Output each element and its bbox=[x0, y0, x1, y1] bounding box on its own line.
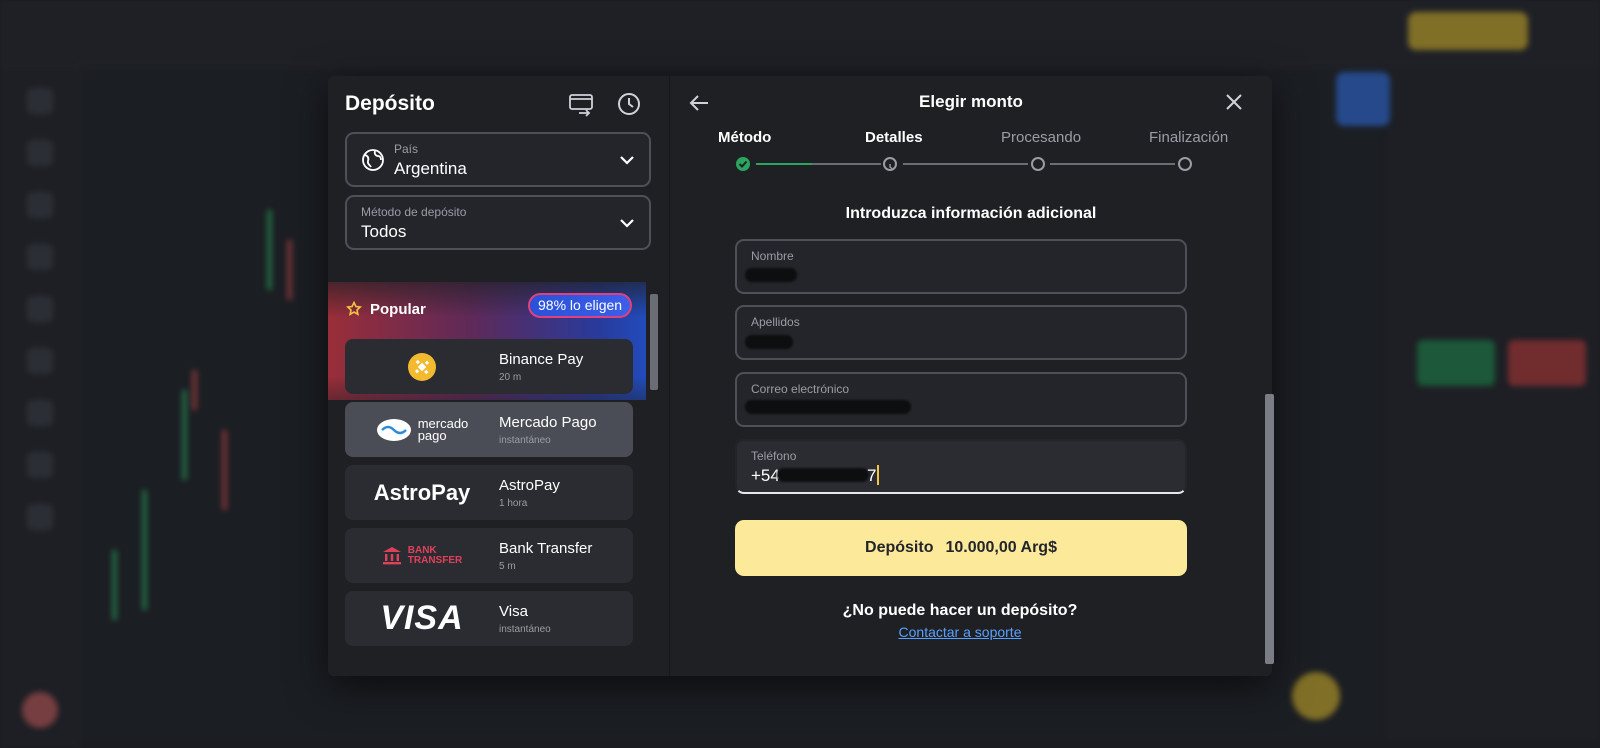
globe-icon bbox=[361, 148, 385, 172]
country-label: País bbox=[394, 142, 419, 156]
background-deposit-button bbox=[1408, 12, 1528, 50]
background-fab bbox=[1292, 672, 1340, 720]
method-name: Binance Pay bbox=[499, 351, 584, 368]
background-trade-panel bbox=[1385, 70, 1600, 740]
bank-transfer-icon: BANK TRANSFER bbox=[345, 528, 499, 583]
method-card-mercado-pago[interactable]: mercado pago Mercado Pago instantáneo bbox=[345, 402, 633, 457]
method-card-visa[interactable]: VISA Visa instantáneo bbox=[345, 591, 633, 646]
method-card-astropay[interactable]: AstroPay AstroPay 1 hora bbox=[345, 465, 633, 520]
method-name: Mercado Pago bbox=[499, 414, 597, 431]
deposit-methods-panel: Depósito País Argentina Método de depósi… bbox=[328, 76, 670, 676]
method-time: 20 m bbox=[499, 372, 522, 383]
history-icon[interactable] bbox=[616, 91, 642, 117]
transactions-icon[interactable] bbox=[568, 91, 594, 117]
method-name: Bank Transfer bbox=[499, 540, 593, 557]
method-time: 1 hora bbox=[499, 498, 528, 509]
country-value: Argentina bbox=[394, 159, 467, 178]
method-card-bank-transfer[interactable]: BANK TRANSFER Bank Transfer 5 m bbox=[345, 528, 633, 583]
background-up-button bbox=[1417, 340, 1495, 386]
details-scrollbar-thumb[interactable] bbox=[1265, 394, 1274, 664]
mercado-pago-logo-line2: pago bbox=[417, 427, 447, 443]
method-name: AstroPay bbox=[499, 477, 560, 494]
visa-logo-text: VISA bbox=[380, 599, 464, 637]
method-name: Visa bbox=[499, 603, 528, 620]
mercado-pago-icon: mercado pago bbox=[345, 402, 499, 457]
star-icon bbox=[345, 300, 363, 317]
methods-scrollbar[interactable] bbox=[649, 282, 659, 674]
method-time: 5 m bbox=[499, 561, 516, 572]
astropay-logo-text: AstroPay bbox=[373, 479, 471, 505]
chevron-down-icon bbox=[619, 215, 635, 231]
methods-list: Popular 98% lo eligen Binance Pay 20 m m… bbox=[328, 282, 670, 676]
deposit-title: Depósito bbox=[345, 92, 435, 115]
binance-icon bbox=[345, 339, 499, 394]
support-link[interactable]: Contactar a soporte bbox=[659, 624, 1261, 640]
bank-transfer-logo-line2: TRANSFER bbox=[407, 554, 463, 566]
deposit-method-value: Todos bbox=[361, 222, 407, 241]
visa-icon: VISA bbox=[345, 591, 499, 646]
method-time: instantáneo bbox=[499, 624, 551, 635]
popular-badge: 98% lo eligen bbox=[528, 293, 633, 318]
details-scrollbar[interactable] bbox=[1264, 76, 1274, 676]
astropay-icon: AstroPay bbox=[345, 465, 499, 520]
popular-label: Popular bbox=[370, 301, 426, 318]
method-time: instantáneo bbox=[499, 435, 551, 446]
background-blue-tile bbox=[1336, 72, 1390, 126]
background-sidebar bbox=[0, 68, 80, 748]
deposit-method-select[interactable]: Método de depósito Todos bbox=[345, 195, 651, 250]
help-area: ¿No puede hacer un depósito? Contactar a… bbox=[659, 0, 1261, 748]
background-down-button bbox=[1508, 340, 1586, 386]
method-card-binance-pay[interactable]: Binance Pay 20 m bbox=[345, 339, 633, 394]
chevron-down-icon bbox=[619, 152, 635, 168]
country-select[interactable]: País Argentina bbox=[345, 132, 651, 187]
help-question: ¿No puede hacer un depósito? bbox=[842, 602, 1078, 619]
background-avatar bbox=[22, 692, 58, 728]
deposit-method-label: Método de depósito bbox=[361, 205, 467, 219]
methods-scrollbar-thumb[interactable] bbox=[650, 294, 658, 390]
